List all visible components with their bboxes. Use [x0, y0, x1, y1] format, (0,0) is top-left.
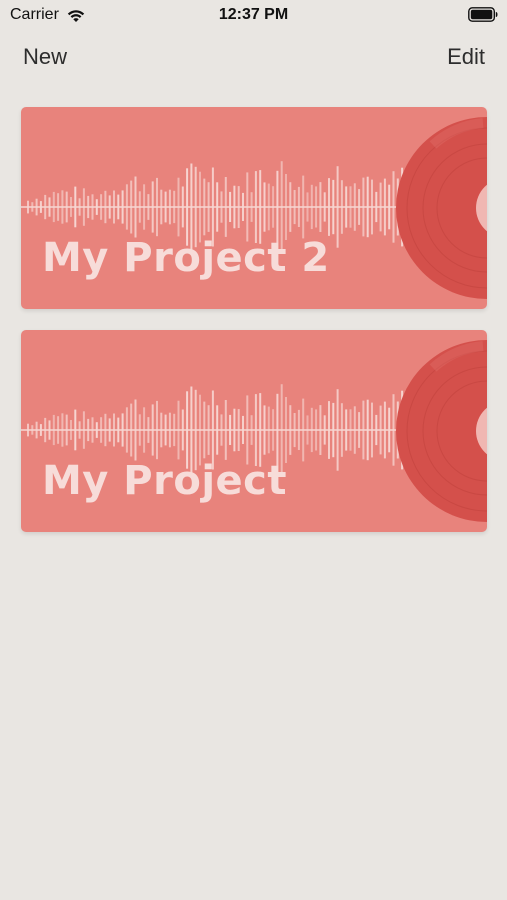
- new-button[interactable]: New: [23, 44, 67, 70]
- status-bar: Carrier 12:37 PM: [0, 0, 507, 32]
- project-title: My Project 2: [42, 235, 330, 281]
- project-card[interactable]: My Project 2: [21, 107, 487, 309]
- vinyl-record-icon: [396, 340, 487, 522]
- vinyl-record-icon: [396, 117, 487, 299]
- status-time: 12:37 PM: [218, 6, 289, 23]
- project-card[interactable]: My Project: [21, 330, 487, 532]
- navigation-bar: New Edit: [0, 40, 507, 80]
- edit-button[interactable]: Edit: [447, 44, 485, 70]
- project-title: My Project: [42, 458, 287, 504]
- battery-icon: [468, 7, 498, 22]
